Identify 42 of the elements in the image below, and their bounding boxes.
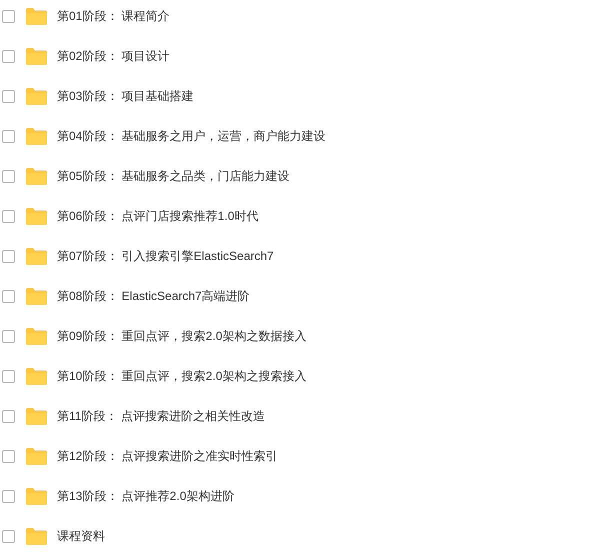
checkbox[interactable]	[2, 370, 15, 382]
checkbox[interactable]	[2, 130, 15, 142]
checkbox[interactable]	[2, 50, 15, 62]
folder-icon	[26, 448, 47, 464]
folder-icon	[26, 208, 47, 224]
folder-name[interactable]: 第10阶段： 重回点评，搜索2.0架构之搜索接入	[57, 367, 306, 385]
checkbox[interactable]	[2, 330, 15, 342]
folder-icon	[26, 328, 47, 344]
folder-icon	[26, 168, 47, 184]
folder-icon	[26, 88, 47, 104]
checkbox[interactable]	[2, 210, 15, 222]
folder-icon	[26, 488, 47, 504]
folder-name[interactable]: 第02阶段： 项目设计	[57, 47, 170, 65]
folder-name[interactable]: 第04阶段： 基础服务之用户，运营，商户能力建设	[57, 127, 326, 145]
folder-name[interactable]: 第08阶段： ElasticSearch7高端进阶	[57, 287, 250, 305]
folder-name[interactable]: 第12阶段： 点评搜索进阶之准实时性索引	[57, 447, 278, 465]
folder-name[interactable]: 第09阶段： 重回点评，搜索2.0架构之数据接入	[57, 327, 306, 345]
folder-name[interactable]: 第01阶段： 课程简介	[57, 7, 170, 25]
checkbox[interactable]	[2, 450, 15, 462]
folder-name[interactable]: 第13阶段： 点评推荐2.0架构进阶	[57, 487, 234, 505]
folder-icon	[26, 528, 47, 544]
folder-name[interactable]: 第05阶段： 基础服务之品类，门店能力建设	[57, 167, 290, 185]
folder-icon	[26, 408, 47, 424]
folder-icon	[26, 368, 47, 384]
folder-icon	[26, 248, 47, 264]
checkbox[interactable]	[2, 290, 15, 302]
checkbox[interactable]	[2, 410, 15, 422]
checkbox[interactable]	[2, 530, 15, 542]
checkbox[interactable]	[2, 170, 15, 182]
folder-icon	[26, 288, 47, 304]
folder-name[interactable]: 第03阶段： 项目基础搭建	[57, 87, 194, 105]
folder-icon	[26, 48, 47, 64]
folder-name[interactable]: 第11阶段： 点评搜索进阶之相关性改造	[57, 407, 265, 425]
checkbox[interactable]	[2, 90, 15, 102]
folder-name[interactable]: 第06阶段： 点评门店搜索推荐1.0时代	[57, 207, 258, 225]
checkbox[interactable]	[2, 10, 15, 22]
folder-icon	[26, 128, 47, 144]
checkbox[interactable]	[2, 490, 15, 502]
folder-name[interactable]: 第07阶段： 引入搜索引擎ElasticSearch7	[57, 247, 274, 265]
folder-icon	[26, 8, 47, 24]
checkbox[interactable]	[2, 250, 15, 262]
folder-name[interactable]: 课程资料	[57, 527, 105, 545]
